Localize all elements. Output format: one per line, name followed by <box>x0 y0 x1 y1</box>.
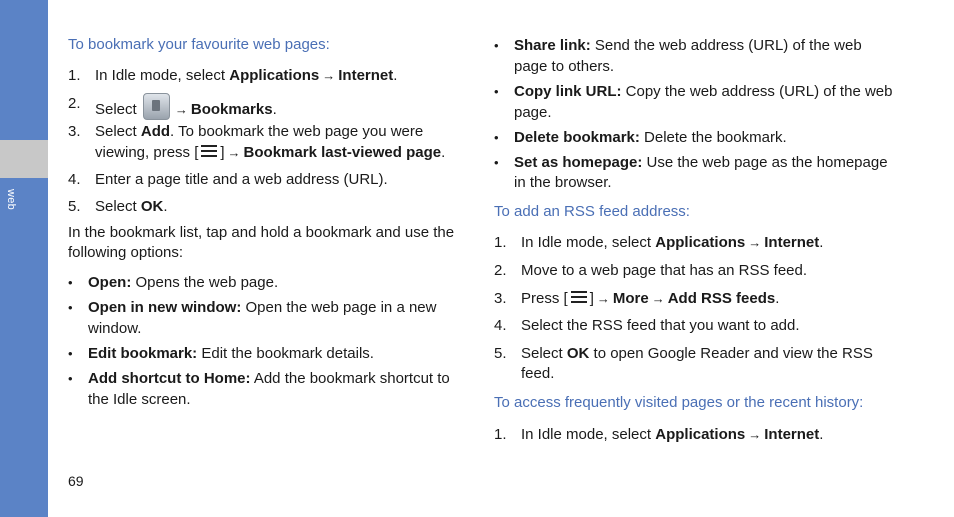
section-heading-rss: To add an RSS feed address: <box>494 203 690 220</box>
bookmarks-app-icon <box>142 93 170 120</box>
paragraph: In the bookmark list, tap and hold a boo… <box>68 224 455 241</box>
sidebar-tab-label: web <box>5 189 17 211</box>
sidebar-tab <box>0 140 48 178</box>
section-heading-bookmark: To bookmark your favourite web pages: <box>68 36 330 53</box>
paragraph: following options: <box>68 244 184 261</box>
menu-key-icon <box>570 291 587 303</box>
section-heading-history: To access frequently visited pages or th… <box>494 394 864 411</box>
page-number: 69 <box>68 473 84 489</box>
sidebar: web <box>0 0 48 517</box>
menu-key-icon <box>201 145 218 157</box>
